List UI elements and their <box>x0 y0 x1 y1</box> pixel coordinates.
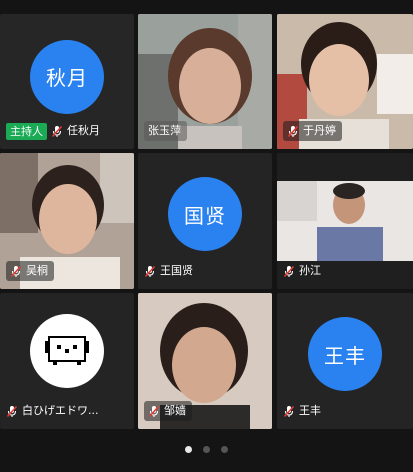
participant-tile-avatar[interactable]: 王丰 王丰 <box>277 293 413 429</box>
name-row: 王丰 <box>283 401 327 421</box>
video-grid: 秋月 主持人 任秋月 张玉萍 于丹婷 吴桐 国贤 王国贤 孙江 白ひげエドワ..… <box>0 0 413 430</box>
participant-tile-video[interactable]: 吴桐 <box>0 153 134 289</box>
participant-name-pill: 于丹婷 <box>283 121 342 141</box>
participant-name: 王国贤 <box>160 264 193 277</box>
name-row: 白ひげエドワ... <box>6 401 105 421</box>
name-row: 邹嫱 <box>144 401 192 421</box>
participant-name-pill: 张玉萍 <box>144 121 187 141</box>
avatar: 秋月 <box>30 39 104 114</box>
muted-mic-icon <box>10 265 22 277</box>
avatar: 国贤 <box>168 177 242 251</box>
participant-tile-video[interactable]: 邹嫱 <box>138 293 272 429</box>
participant-tile-host[interactable]: 秋月 主持人 任秋月 <box>0 14 134 149</box>
host-badge: 主持人 <box>6 122 47 140</box>
participant-name-pill: 吴桐 <box>6 261 54 281</box>
participant-name: 孙江 <box>299 264 321 277</box>
page-dot[interactable] <box>203 446 210 453</box>
name-row: 王国贤 <box>144 261 199 281</box>
page-dot[interactable] <box>221 446 228 453</box>
muted-mic-icon <box>51 125 63 137</box>
name-row: 于丹婷 <box>283 121 342 141</box>
participant-name-pill: 孙江 <box>283 261 327 281</box>
page-indicator <box>0 446 413 456</box>
participant-name: 张玉萍 <box>148 124 181 137</box>
participant-name: 于丹婷 <box>303 124 336 137</box>
muted-mic-icon <box>287 125 299 137</box>
avatar <box>30 314 104 388</box>
name-row: 主持人 任秋月 <box>6 121 106 141</box>
participant-tile-video[interactable]: 张玉萍 <box>138 14 272 149</box>
participant-name-pill: 邹嫱 <box>144 401 192 421</box>
participant-tile-avatar[interactable]: 国贤 王国贤 <box>138 153 272 289</box>
muted-mic-icon <box>148 405 160 417</box>
participant-name: 任秋月 <box>67 124 100 137</box>
name-row: 孙江 <box>283 261 327 281</box>
participant-name: 邹嫱 <box>164 404 186 417</box>
muted-mic-icon <box>6 405 18 417</box>
participant-name: 王丰 <box>299 404 321 417</box>
participant-name-pill: 任秋月 <box>51 121 106 141</box>
participant-tile-video[interactable]: 孙江 <box>277 153 413 289</box>
name-row: 张玉萍 <box>144 121 187 141</box>
avatar: 王丰 <box>308 317 382 391</box>
participant-tile-avatar[interactable]: 白ひげエドワ... <box>0 293 134 429</box>
participant-name-pill: 王国贤 <box>144 261 199 281</box>
pixel-dog-icon <box>45 336 89 365</box>
muted-mic-icon <box>283 405 295 417</box>
participant-name: 白ひげエドワ... <box>22 404 99 417</box>
muted-mic-icon <box>283 265 295 277</box>
participant-name-pill: 白ひげエドワ... <box>6 401 105 421</box>
page-dot-active[interactable] <box>185 446 192 453</box>
muted-mic-icon <box>144 265 156 277</box>
participant-name: 吴桐 <box>26 264 48 277</box>
participant-name-pill: 王丰 <box>283 401 327 421</box>
participant-tile-video[interactable]: 于丹婷 <box>277 14 413 149</box>
name-row: 吴桐 <box>6 261 54 281</box>
